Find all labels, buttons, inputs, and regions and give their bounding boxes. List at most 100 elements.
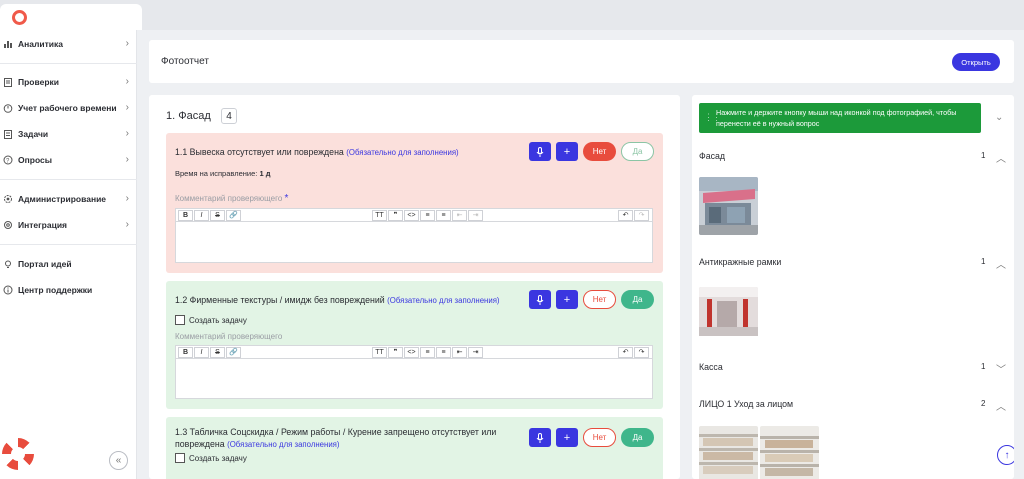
chevron-down-icon[interactable]: ﹀ (996, 361, 1006, 376)
numbered-list-icon[interactable]: ≡ (436, 209, 451, 221)
photo-thumbnail[interactable] (760, 426, 819, 479)
indent-icon[interactable]: ⇥ (468, 346, 483, 358)
add-button[interactable]: + (556, 142, 578, 161)
photo-thumbnail[interactable] (699, 177, 758, 235)
sidebar-item-analytics[interactable]: Аналитика › (0, 35, 137, 53)
comment-editor[interactable]: B I S 🔗 TT ❞ <> ≡ ≡ ⇤ ⇥ ↶ ↷ (175, 345, 653, 399)
chevron-right-icon: › (125, 154, 129, 165)
format-group: B I S 🔗 (177, 346, 241, 358)
italic-icon[interactable]: I (194, 209, 209, 221)
answer-no-button[interactable]: Нет (583, 428, 616, 447)
lifebuoy-support-icon[interactable] (2, 438, 34, 470)
question-title: 1.2 Фирменные текстуры / имидж без повре… (175, 294, 535, 307)
chevron-down-icon[interactable]: ⌄ (995, 112, 1003, 123)
question-card: 1.2 Фирменные текстуры / имидж без повре… (166, 281, 663, 409)
divider (0, 63, 137, 64)
sidebar-item-ideas-portal[interactable]: Портал идей (0, 255, 137, 273)
history-group: ↶ ↷ (617, 346, 649, 358)
heading-icon[interactable]: TT (372, 346, 387, 358)
app-tab[interactable] (0, 4, 142, 30)
outdent-icon[interactable]: ⇤ (452, 346, 467, 358)
checkbox[interactable] (175, 453, 185, 463)
sidebar-item-integration[interactable]: Интеграция › (0, 216, 137, 234)
create-task-checkbox[interactable]: Создать задачу (175, 315, 247, 325)
photo-thumbnail[interactable] (699, 426, 758, 479)
section-title: 1. Фасад (166, 110, 211, 122)
group-count: 1 (981, 257, 986, 266)
photo-group-header[interactable]: Фасад 1 ︿ (699, 151, 1007, 165)
comment-editor[interactable]: B I S 🔗 TT ❞ <> ≡ ≡ ⇤ ⇥ ↶ ↷ (175, 208, 653, 263)
section-count: 4 (221, 108, 237, 124)
redo-icon[interactable]: ↷ (634, 346, 649, 358)
bold-icon[interactable]: B (178, 346, 193, 358)
numbered-list-icon[interactable]: ≡ (436, 346, 451, 358)
heading-icon[interactable]: TT (372, 209, 387, 221)
hint-text: Нажмите и держите кнопку мыши над иконко… (716, 108, 957, 128)
photo-panel: ⋮⋮ Нажмите и держите кнопку мыши над ико… (692, 95, 1014, 479)
strikethrough-icon[interactable]: S (210, 346, 225, 358)
sidebar: Аналитика › Проверки › Учет рабочего вре… (0, 30, 137, 479)
answer-no-button[interactable]: Нет (583, 142, 616, 161)
code-icon[interactable]: <> (404, 346, 419, 358)
strikethrough-icon[interactable]: S (210, 209, 225, 221)
chevron-up-icon[interactable]: ︿ (996, 398, 1006, 413)
editor-toolbar: B I S 🔗 TT ❞ <> ≡ ≡ ⇤ ⇥ ↶ ↷ (176, 346, 652, 359)
microphone-button[interactable] (529, 142, 551, 161)
sidebar-item-label: Задачи (18, 129, 49, 139)
open-button[interactable]: Открыть (952, 53, 1000, 71)
bold-icon[interactable]: B (178, 209, 193, 221)
bullet-list-icon[interactable]: ≡ (420, 346, 435, 358)
photo-group-header[interactable]: Касса 1 ﹀ (699, 362, 1007, 376)
required-note: (Обязательно для заполнения) (227, 440, 340, 449)
quote-icon[interactable]: ❞ (388, 209, 403, 221)
create-task-checkbox[interactable]: Создать задачу (175, 453, 247, 463)
answer-yes-button[interactable]: Да (621, 290, 654, 309)
bullet-list-icon[interactable]: ≡ (420, 209, 435, 221)
sidebar-item-administration[interactable]: Администрирование › (0, 190, 137, 208)
page-title: Фотоотчет (161, 56, 209, 67)
answer-yes-button[interactable]: Да (621, 428, 654, 447)
sidebar-item-time-tracking[interactable]: Учет рабочего времени › (0, 99, 137, 117)
format-group: B I S 🔗 (177, 209, 241, 221)
chevron-up-icon[interactable]: ︿ (996, 256, 1006, 271)
outdent-icon[interactable]: ⇤ (452, 209, 467, 221)
scroll-to-top-button[interactable]: ↑ (997, 445, 1014, 465)
photo-thumbnail[interactable] (699, 287, 758, 345)
photo-group-header[interactable]: Антикражные рамки 1 ︿ (699, 257, 1007, 271)
sidebar-item-tasks[interactable]: Задачи › (0, 125, 137, 143)
answer-yes-button[interactable]: Да (621, 142, 654, 161)
microphone-button[interactable] (529, 290, 551, 309)
comment-label: Комментарий проверяющего * (175, 193, 288, 204)
answer-controls: + Нет Да (529, 142, 654, 161)
code-icon[interactable]: <> (404, 209, 419, 221)
divider (0, 244, 137, 245)
indent-icon[interactable]: ⇥ (468, 209, 483, 221)
sidebar-item-inspections[interactable]: Проверки › (0, 73, 137, 91)
undo-icon[interactable]: ↶ (618, 346, 633, 358)
sidebar-item-support-center[interactable]: Центр поддержки (0, 281, 137, 299)
sidebar-item-surveys[interactable]: ? Опросы › (0, 151, 137, 169)
redo-icon[interactable]: ↷ (634, 209, 649, 221)
drag-handle-icon: ⋮⋮ (704, 112, 721, 122)
link-icon[interactable]: 🔗 (226, 346, 241, 358)
photo-group-header[interactable]: ЛИЦО 1 Уход за лицом 2 ︿ (699, 399, 1007, 413)
add-button[interactable]: + (556, 428, 578, 447)
checkbox[interactable] (175, 315, 185, 325)
link-icon[interactable]: 🔗 (226, 209, 241, 221)
quote-icon[interactable]: ❞ (388, 346, 403, 358)
undo-icon[interactable]: ↶ (618, 209, 633, 221)
sidebar-item-label: Учет рабочего времени (18, 103, 117, 113)
group-name: Антикражные рамки (699, 257, 782, 267)
chevron-up-icon[interactable]: ︿ (996, 150, 1006, 165)
integration-icon (3, 220, 13, 230)
answer-controls: + Нет Да (529, 290, 654, 309)
microphone-button[interactable] (529, 428, 551, 447)
italic-icon[interactable]: I (194, 346, 209, 358)
app-logo-icon (12, 10, 27, 25)
admin-gear-icon (3, 194, 13, 204)
collapse-sidebar-button[interactable]: « (109, 451, 128, 470)
fix-time-label: Время на исправление: (175, 169, 258, 178)
answer-no-button[interactable]: Нет (583, 290, 616, 309)
add-button[interactable]: + (556, 290, 578, 309)
sidebar-item-label: Портал идей (18, 259, 72, 269)
